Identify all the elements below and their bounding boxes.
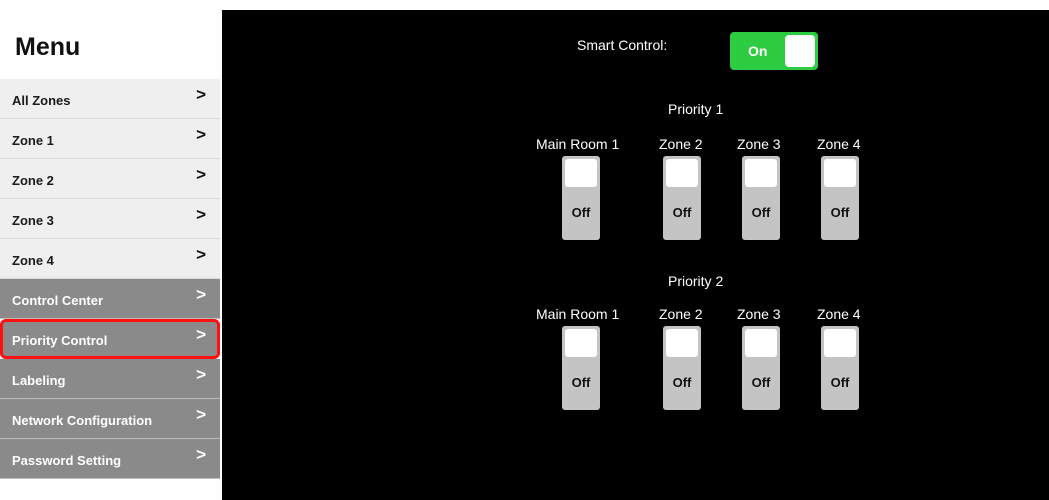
menu-item-label: Zone 3 [12,213,54,228]
menu-item-control-center[interactable]: Control Center > [0,279,220,319]
priority-2-zone-label-zone-3: Zone 3 [737,306,781,322]
priority-1-zone-label-zone-4: Zone 4 [817,136,861,152]
switch-knob [565,329,597,357]
priority-2-main-room-1-switch[interactable]: Off [562,326,600,410]
menu-item-zone-1[interactable]: Zone 1 > [0,119,220,159]
priority-1-zone-label-zone-2: Zone 2 [659,136,703,152]
menu-item-label: Zone 2 [12,173,54,188]
priority-2-zone-2-switch[interactable]: Off [663,326,701,410]
menu-item-label: Priority Control [12,333,108,348]
switch-knob [565,159,597,187]
priority-1-main-room-1-switch[interactable]: Off [562,156,600,240]
switch-knob [745,159,777,187]
menu-item-all-zones[interactable]: All Zones > [0,79,220,119]
menu-item-label: All Zones [12,93,71,108]
menu-title: Menu [15,33,81,61]
chevron-right-icon: > [196,405,206,424]
switch-state-text: Off [751,205,771,220]
switch-state-text: Off [830,375,850,390]
menu-item-label: Password Setting [12,453,122,468]
switch-state-text: Off [830,205,850,220]
switch-knob [824,329,856,357]
chevron-right-icon: > [196,205,206,224]
priority-1-title: Priority 1 [668,101,724,117]
menu-item-zone-4[interactable]: Zone 4 > [0,239,220,279]
menu-list: All Zones > Zone 1 > Zone 2 > Zone 3 > Z… [0,79,220,479]
menu-item-password-setting[interactable]: Password Setting > [0,439,220,479]
priority-1-zone-2-switch[interactable]: Off [663,156,701,240]
priority-2-zone-3-switch[interactable]: Off [742,326,780,410]
priority-2-zone-4-switch[interactable]: Off [821,326,859,410]
sidebar: Menu All Zones > Zone 1 > Zone 2 > Zone … [0,0,222,500]
switch-knob [745,329,777,357]
switch-knob [824,159,856,187]
priority-2-title: Priority 2 [668,273,724,289]
menu-item-label: Zone 1 [12,133,54,148]
switch-state-text: Off [751,375,771,390]
priority-2-zone-label-zone-2: Zone 2 [659,306,703,322]
menu-item-network-configuration[interactable]: Network Configuration > [0,399,220,439]
chevron-right-icon: > [196,165,206,184]
chevron-right-icon: > [196,125,206,144]
priority-2-zone-label-main-room-1: Main Room 1 [536,306,620,322]
menu-item-zone-3[interactable]: Zone 3 > [0,199,220,239]
menu-item-zone-2[interactable]: Zone 2 > [0,159,220,199]
smart-control-label: Smart Control: [577,37,668,53]
menu-item-label: Zone 4 [12,253,54,268]
switch-state-text: Off [672,205,692,220]
chevron-right-icon: > [196,245,206,264]
priority-1-zone-label-main-room-1: Main Room 1 [536,136,620,152]
chevron-right-icon: > [196,85,206,104]
switch-state-text: Off [672,375,692,390]
toggle-knob [785,35,815,67]
chevron-right-icon: > [196,285,206,304]
menu-item-label: Control Center [12,293,103,308]
priority-1-zone-label-zone-3: Zone 3 [737,136,781,152]
priority-1-zone-3-switch[interactable]: Off [742,156,780,240]
priority-2-zone-label-zone-4: Zone 4 [817,306,861,322]
switch-state-text: Off [571,205,591,220]
chevron-right-icon: > [196,445,206,464]
menu-item-label: Network Configuration [12,413,153,428]
menu-item-priority-control[interactable]: Priority Control > [0,319,220,359]
main-panel: Smart Control: On Priority 1 Main Room 1… [222,10,1049,500]
chevron-right-icon: > [196,365,206,384]
menu-item-label: Labeling [12,373,66,388]
switch-state-text: Off [571,375,591,390]
switch-knob [666,159,698,187]
priority-1-zone-4-switch[interactable]: Off [821,156,859,240]
toggle-state-text: On [748,43,768,59]
chevron-right-icon: > [196,325,206,344]
smart-control-toggle[interactable]: On [730,32,818,70]
menu-item-labeling[interactable]: Labeling > [0,359,220,399]
switch-knob [666,329,698,357]
